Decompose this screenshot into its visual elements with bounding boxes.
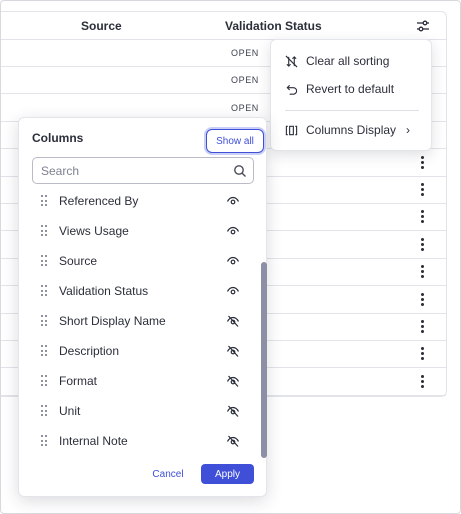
drag-handle-icon[interactable]: [41, 255, 49, 267]
columns-display-label: Columns Display: [306, 123, 397, 137]
chevron-right-icon: ›: [406, 123, 411, 137]
table-settings-icon[interactable]: [415, 18, 431, 34]
drag-handle-icon[interactable]: [41, 405, 49, 417]
column-list-item[interactable]: Internal Note: [19, 426, 259, 456]
row-actions-icon[interactable]: [419, 237, 425, 252]
column-search-input[interactable]: [41, 163, 221, 179]
cancel-button[interactable]: Cancel: [145, 464, 191, 484]
eye-icon[interactable]: [226, 194, 240, 208]
column-header-source[interactable]: Source: [81, 19, 122, 33]
row-actions-icon[interactable]: [419, 183, 425, 197]
row-actions-icon[interactable]: [419, 320, 425, 334]
column-label: Format: [59, 374, 98, 388]
show-all-button[interactable]: Show all: [206, 129, 264, 153]
table-header: Source Validation Status: [1, 12, 446, 40]
drag-handle-icon[interactable]: [41, 435, 49, 447]
revert-default-menu-item[interactable]: Revert to default: [285, 79, 394, 99]
column-list-scrollbar[interactable]: [261, 262, 267, 458]
eye-icon[interactable]: [226, 254, 240, 268]
eye-icon[interactable]: [226, 224, 240, 238]
column-label: Short Display Name: [59, 314, 166, 328]
eye-off-icon[interactable]: [226, 314, 240, 328]
column-label: Unit: [59, 404, 81, 418]
column-list-item[interactable]: Source: [19, 246, 259, 276]
row-actions-icon[interactable]: [419, 210, 425, 224]
column-label: Validation Status: [59, 284, 149, 298]
column-search-box: [32, 157, 254, 184]
column-list-item[interactable]: Validation Status: [19, 276, 259, 306]
column-label: Source: [59, 254, 98, 268]
eye-off-icon[interactable]: [226, 344, 240, 358]
column-list-item[interactable]: Unit: [19, 396, 259, 426]
column-label: Description: [59, 344, 120, 358]
status-badge: OPEN: [231, 48, 259, 58]
eye-off-icon[interactable]: [226, 434, 240, 448]
clear-sorting-label: Clear all sorting: [306, 54, 390, 68]
row-actions-icon[interactable]: [419, 292, 425, 307]
drag-handle-icon[interactable]: [41, 345, 49, 357]
drag-handle-icon[interactable]: [41, 315, 49, 327]
apply-button[interactable]: Apply: [201, 464, 254, 484]
revert-default-label: Revert to default: [306, 82, 395, 96]
column-list: Referenced By Views Usage Source Validation…: [19, 186, 259, 456]
table-header-menu: Clear all sorting Revert to default Colu…: [270, 39, 432, 151]
drag-handle-icon[interactable]: [41, 285, 49, 297]
column-header-validation-status[interactable]: Validation Status: [225, 19, 322, 33]
column-label: Internal Note: [59, 434, 128, 448]
drag-handle-icon[interactable]: [41, 195, 49, 207]
app-frame: Source Validation Status OPENOPENOPENATE…: [0, 0, 461, 514]
eye-off-icon[interactable]: [226, 374, 240, 388]
column-label: Referenced By: [59, 194, 139, 208]
row-actions-icon[interactable]: [419, 374, 425, 389]
column-list-item[interactable]: Format: [19, 366, 259, 396]
column-list-item[interactable]: Views Usage: [19, 216, 259, 246]
menu-divider: [285, 110, 419, 111]
columns-icon: [285, 125, 298, 135]
column-label: Views Usage: [59, 224, 129, 238]
row-actions-icon[interactable]: [419, 347, 425, 361]
columns-display-menu-item[interactable]: Columns Display ›: [285, 120, 410, 140]
row-actions-icon[interactable]: [419, 155, 425, 170]
panel-title: Columns: [32, 131, 84, 145]
drag-handle-icon[interactable]: [41, 375, 49, 387]
columns-panel: Columns Show all Referenced By Views Usag…: [18, 117, 267, 497]
status-badge: OPEN: [231, 102, 259, 113]
row-actions-icon[interactable]: [419, 265, 425, 279]
search-icon: [234, 165, 246, 177]
clear-sorting-menu-item[interactable]: Clear all sorting: [285, 51, 389, 71]
column-list-item[interactable]: Description: [19, 336, 259, 366]
eye-off-icon[interactable]: [226, 404, 240, 418]
undo-icon: [286, 84, 298, 95]
column-list-item[interactable]: Referenced By: [19, 186, 259, 216]
clear-sort-icon: [285, 55, 298, 67]
column-list-item[interactable]: Short Display Name: [19, 306, 259, 336]
eye-icon[interactable]: [226, 284, 240, 298]
drag-handle-icon[interactable]: [41, 225, 49, 237]
status-badge: OPEN: [231, 75, 259, 86]
